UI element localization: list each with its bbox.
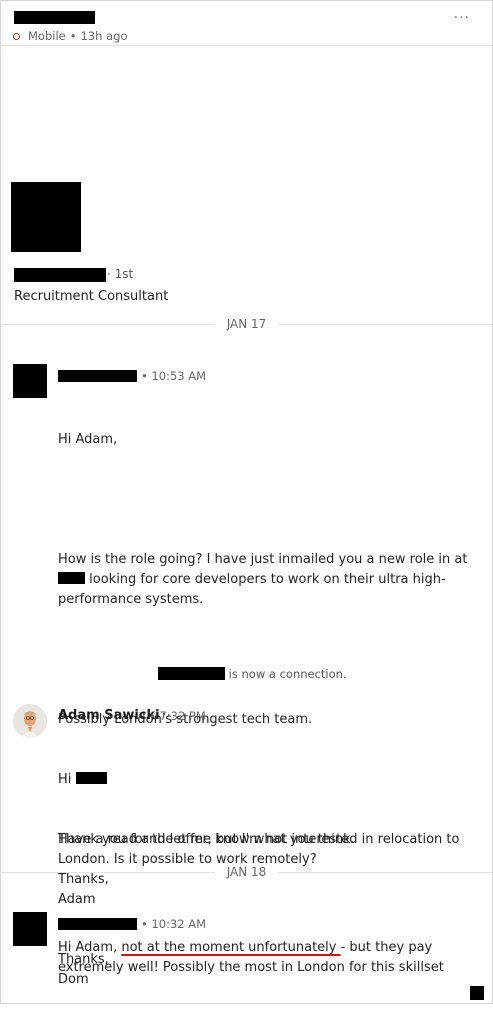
message-greeting: Hi Adam, <box>58 432 118 447</box>
user-avatar-icon <box>13 704 47 738</box>
connection-degree: · 1st <box>107 267 134 281</box>
message-paragraph: How is the role going? I have just inmai… <box>58 552 468 607</box>
date-divider: JAN 17 <box>1 317 492 331</box>
status-separator: • <box>69 29 77 43</box>
redacted-profile-name[interactable] <box>14 268 106 282</box>
redacted-sender-avatar[interactable] <box>13 364 47 398</box>
avatar[interactable] <box>13 704 47 738</box>
status-text: Mobile <box>28 29 66 43</box>
header-divider <box>1 45 492 46</box>
message-timestamp: • 10:53 AM <box>141 369 207 383</box>
redacted-connection-name <box>158 667 225 680</box>
redacted-sender-name[interactable] <box>58 370 137 382</box>
message-body: Hi Thank you for the offer, but I'm not … <box>58 730 478 950</box>
redacted-corner-element <box>470 986 484 1000</box>
redacted-company <box>58 572 85 584</box>
message-timestamp: • 10:32 AM <box>141 917 207 931</box>
conversation-pane: Mobile • 13h ago ··· · 1st Recruitment C… <box>0 0 493 1004</box>
date-divider: JAN 18 <box>1 865 492 879</box>
redacted-contact-name <box>14 11 95 24</box>
message-greeting: Hi <box>58 770 478 790</box>
presence-status: Mobile • 13h ago <box>13 29 128 43</box>
message-timestamp: • 7:32 PM <box>149 709 206 723</box>
mobile-status-icon <box>13 32 20 40</box>
status-time-ago: 13h ago <box>80 29 128 43</box>
redacted-sender-avatar[interactable] <box>13 912 47 946</box>
sender-name[interactable]: Adam Sawicki <box>58 708 160 723</box>
profile-headline: Recruitment Consultant <box>14 289 169 304</box>
redacted-recipient-name <box>75 772 107 784</box>
connection-notice: is now a connection. <box>1 667 492 681</box>
more-options-icon[interactable]: ··· <box>454 10 470 26</box>
redacted-sender-name[interactable] <box>58 918 137 930</box>
message-body: Hi Adam, not at the moment unfortunately… <box>58 940 444 975</box>
redacted-profile-photo[interactable] <box>11 182 81 252</box>
highlighted-phrase: not at the moment unfortunately <box>121 940 341 955</box>
